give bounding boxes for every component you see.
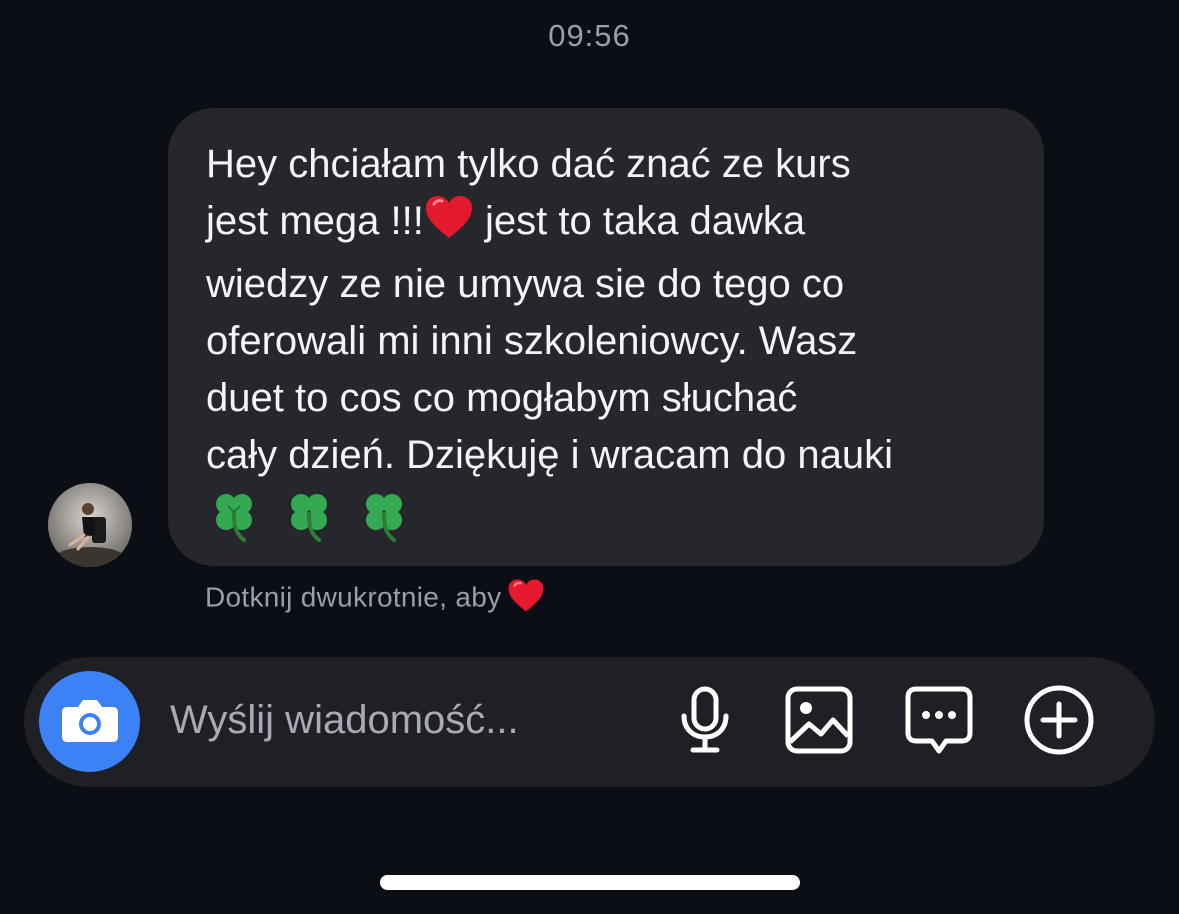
message-composer: Wyślij wiadomość... [24,657,1155,787]
sender-avatar[interactable] [48,483,132,567]
heart-emoji-icon [424,194,474,256]
message-timestamp: 09:56 [548,18,631,53]
message-line: Hey chciałam tylko dać znać ze kurs [206,142,851,186]
home-indicator[interactable] [380,875,800,890]
message-line: wiedzy ze nie umywa sie do tego co [206,262,845,306]
more-options-button[interactable] [1022,685,1096,759]
four-leaf-clover-icon [356,488,412,560]
camera-button[interactable] [39,671,140,772]
heart-icon [507,578,545,620]
message-line-part: jest mega !!! [206,199,424,243]
image-icon [785,686,853,759]
chat-bubble-dots-icon [904,685,974,760]
message-line: oferowali mi inni szkoleniowcy. Wasz [206,319,858,363]
hint-text: Dotknij dwukrotnie, aby [205,581,502,613]
message-line: duet to cos co mogłabym słuchać [206,376,798,420]
message-emoji-line [206,488,1014,560]
voice-message-button[interactable] [668,685,742,759]
sticker-message-button[interactable] [902,685,976,759]
message-line: jest mega !!! jest to taka dawka [206,193,1014,256]
double-tap-hint: Dotknij dwukrotnie, aby [205,578,545,620]
message-line-part: jest to taka dawka [485,199,806,243]
camera-icon [61,695,119,748]
gallery-button[interactable] [782,685,856,759]
plus-circle-icon [1023,684,1095,761]
message-bubble[interactable]: Hey chciałam tylko dać znać ze kurs jest… [168,108,1044,566]
message-line: cały dzień. Dziękuję i wracam do nauki [206,433,893,477]
message-input[interactable]: Wyślij wiadomość... [170,698,519,743]
four-leaf-clover-icon [281,488,337,560]
four-leaf-clover-icon [206,488,262,560]
microphone-icon [677,686,733,759]
